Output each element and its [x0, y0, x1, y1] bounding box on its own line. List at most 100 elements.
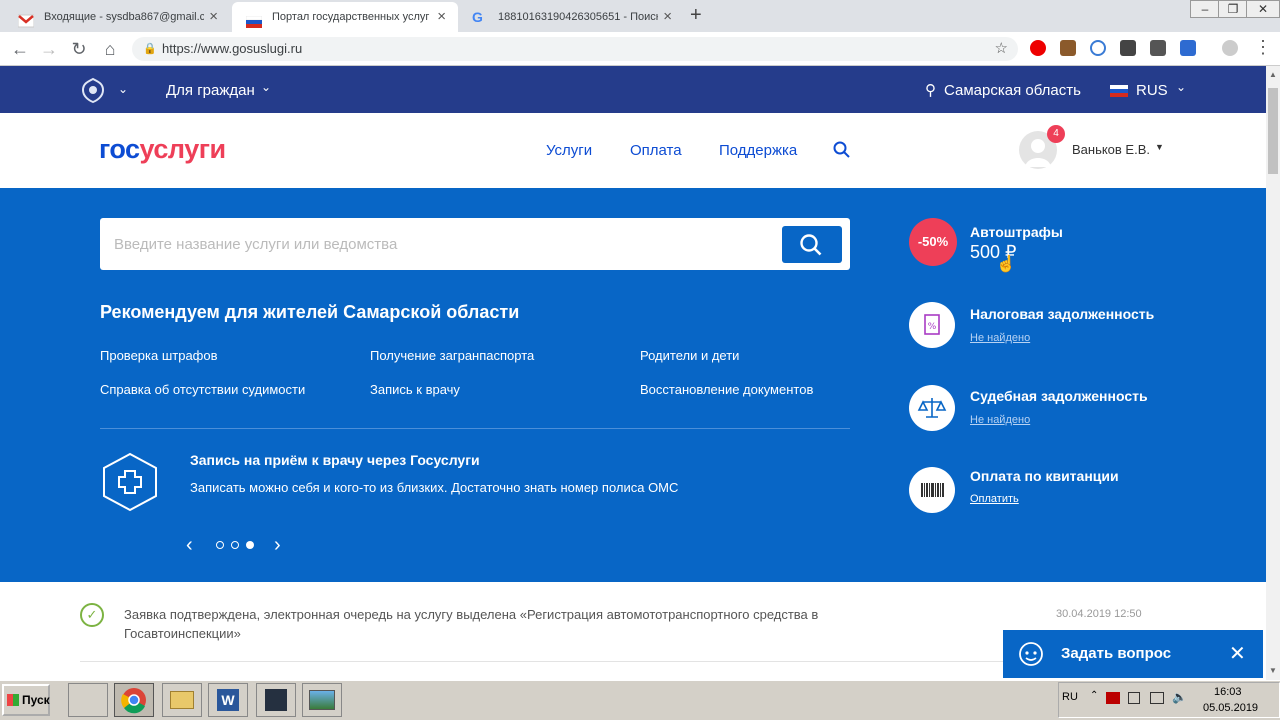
taskbar-image-viewer-icon[interactable]: [302, 683, 342, 717]
home-icon[interactable]: ⌂: [99, 39, 121, 60]
reload-icon[interactable]: ↻: [68, 39, 90, 60]
search-icon[interactable]: [833, 141, 851, 164]
clock-time[interactable]: 16:03: [1214, 686, 1242, 698]
rec-link-doctor[interactable]: Запись к врачу: [370, 382, 460, 397]
notification-badge[interactable]: 4: [1047, 125, 1065, 143]
citizens-menu[interactable]: Для граждан: [166, 82, 255, 99]
taskbar-chrome-icon[interactable]: [114, 683, 154, 717]
gosuslugi-logo[interactable]: госуслуги: [99, 134, 226, 165]
rec-link-criminal-record[interactable]: Справка об отсутствии судимости: [100, 382, 305, 397]
menu-dots-icon[interactable]: ⋮: [1254, 37, 1272, 58]
taskbar-app-icon[interactable]: [256, 683, 296, 717]
coat-of-arms-icon[interactable]: [79, 76, 107, 109]
ask-question-widget[interactable]: Задать вопрос ✕: [1003, 630, 1263, 678]
extension-icon[interactable]: [1090, 40, 1106, 56]
logo-part2: услуги: [139, 134, 227, 164]
carousel-dot[interactable]: [216, 541, 224, 549]
court-status-link[interactable]: Не найдено: [970, 414, 1030, 426]
close-icon[interactable]: ✕: [1229, 641, 1246, 666]
notification-date: 30.04.2019 12:50: [1056, 608, 1142, 620]
court-title[interactable]: Судебная задолженность: [970, 388, 1148, 404]
menu-payment[interactable]: Оплата: [630, 142, 682, 159]
page-scrollbar[interactable]: ▲ ▼: [1266, 66, 1280, 680]
close-window-icon[interactable]: ✕: [1246, 0, 1280, 18]
receipt-title[interactable]: Оплата по квитанции: [970, 468, 1119, 484]
scroll-down-icon[interactable]: ▼: [1269, 666, 1277, 675]
carousel-dot-active[interactable]: [246, 541, 254, 549]
tray-security-icon[interactable]: [1106, 692, 1120, 704]
close-icon[interactable]: ×: [209, 2, 218, 32]
notification-text[interactable]: Заявка подтверждена, электронная очередь…: [124, 605, 904, 643]
language-indicator[interactable]: RU: [1062, 691, 1078, 703]
extension-icon[interactable]: [1060, 40, 1076, 56]
windows-logo-icon: [7, 694, 19, 706]
tray-expand-icon[interactable]: ⌃: [1090, 690, 1098, 701]
scroll-up-icon[interactable]: ▲: [1269, 70, 1277, 79]
minimize-icon[interactable]: –: [1190, 0, 1220, 18]
star-icon[interactable]: ☆: [995, 37, 1008, 61]
menu-services[interactable]: Услуги: [546, 142, 592, 159]
tax-title[interactable]: Налоговая задолженность: [970, 306, 1154, 322]
restore-icon[interactable]: ❐: [1218, 0, 1248, 18]
close-icon[interactable]: ×: [437, 2, 446, 32]
svg-text:%: %: [928, 322, 937, 332]
promo-title[interactable]: Запись на приём к врачу через Госуслуги: [190, 452, 480, 468]
tab-gosuslugi[interactable]: Портал государственных услуг Российской …: [232, 2, 458, 32]
rec-link-parents[interactable]: Родители и дети: [640, 348, 739, 363]
recommend-title: Рекомендуем для жителей Самарской област…: [100, 302, 520, 322]
medical-cross-icon: [101, 452, 159, 517]
google-icon: G: [472, 9, 483, 25]
search-input[interactable]: [100, 218, 780, 270]
tray-network-icon[interactable]: [1150, 692, 1164, 704]
search-button[interactable]: [782, 226, 842, 263]
tax-status-link[interactable]: Не найдено: [970, 332, 1030, 344]
chevron-down-icon[interactable]: ⌄: [118, 82, 128, 96]
url-text: https://www.gosuslugi.ru: [162, 41, 303, 56]
extension-icon[interactable]: [1150, 40, 1166, 56]
carousel-dot[interactable]: [231, 541, 239, 549]
forward-icon[interactable]: →: [38, 39, 60, 60]
taskbar-word-icon[interactable]: W: [208, 683, 248, 717]
pay-link[interactable]: Оплатить: [970, 493, 1019, 505]
fines-title[interactable]: Автоштрафы: [970, 224, 1063, 240]
rec-link-documents[interactable]: Восстановление документов: [640, 382, 813, 397]
user-name[interactable]: Ваньков Е.В.: [1072, 142, 1150, 157]
region-selector[interactable]: Самарская область: [944, 82, 1081, 99]
russia-flag-icon: [1110, 84, 1128, 102]
lock-icon: 🔒: [143, 43, 157, 55]
carousel-next-icon[interactable]: ›: [274, 534, 281, 557]
language-selector[interactable]: RUS: [1136, 82, 1168, 99]
tray-device-icon[interactable]: [1128, 692, 1140, 704]
address-bar[interactable]: 🔒 https://www.gosuslugi.ru ☆: [132, 37, 1018, 61]
opera-icon[interactable]: [1030, 40, 1046, 56]
new-tab-button[interactable]: +: [690, 4, 702, 27]
caret-down-icon[interactable]: ▼: [1155, 142, 1164, 152]
start-label: Пуск: [22, 693, 50, 707]
hand-cursor-icon: ☝: [996, 256, 1016, 273]
volume-icon[interactable]: 🔈: [1172, 690, 1187, 704]
start-button[interactable]: Пуск: [2, 684, 50, 716]
taskbar-explorer-icon[interactable]: [162, 683, 202, 717]
scroll-thumb[interactable]: [1268, 88, 1278, 174]
tab-google[interactable]: G 18810163190426305651 - Поиск в Google …: [458, 2, 684, 32]
scales-icon: [909, 385, 955, 431]
chevron-down-icon[interactable]: ⌄: [1176, 80, 1186, 94]
tab-title: Портал государственных услуг Российской …: [272, 11, 432, 23]
taskbar-app-notepad-icon[interactable]: [68, 683, 108, 717]
tax-icon: %: [909, 302, 955, 348]
close-icon[interactable]: ×: [663, 2, 672, 32]
chat-bot-icon: [1017, 640, 1045, 673]
menu-support[interactable]: Поддержка: [719, 142, 797, 159]
rec-link-passport[interactable]: Получение загранпаспорта: [370, 348, 534, 363]
service-search: [100, 218, 850, 270]
clock-date[interactable]: 05.05.2019: [1203, 702, 1258, 714]
carousel-prev-icon[interactable]: ‹: [186, 534, 193, 557]
discount-badge: -50%: [909, 218, 957, 266]
rec-link-fines[interactable]: Проверка штрафов: [100, 348, 218, 363]
back-icon[interactable]: ←: [9, 39, 31, 60]
profile-icon[interactable]: [1222, 40, 1238, 56]
tab-gmail[interactable]: Входящие - sysdba867@gmail.com ×: [4, 2, 230, 32]
chevron-down-icon[interactable]: ⌄: [261, 80, 271, 94]
extension-icon[interactable]: [1180, 40, 1196, 56]
extension-icon[interactable]: [1120, 40, 1136, 56]
